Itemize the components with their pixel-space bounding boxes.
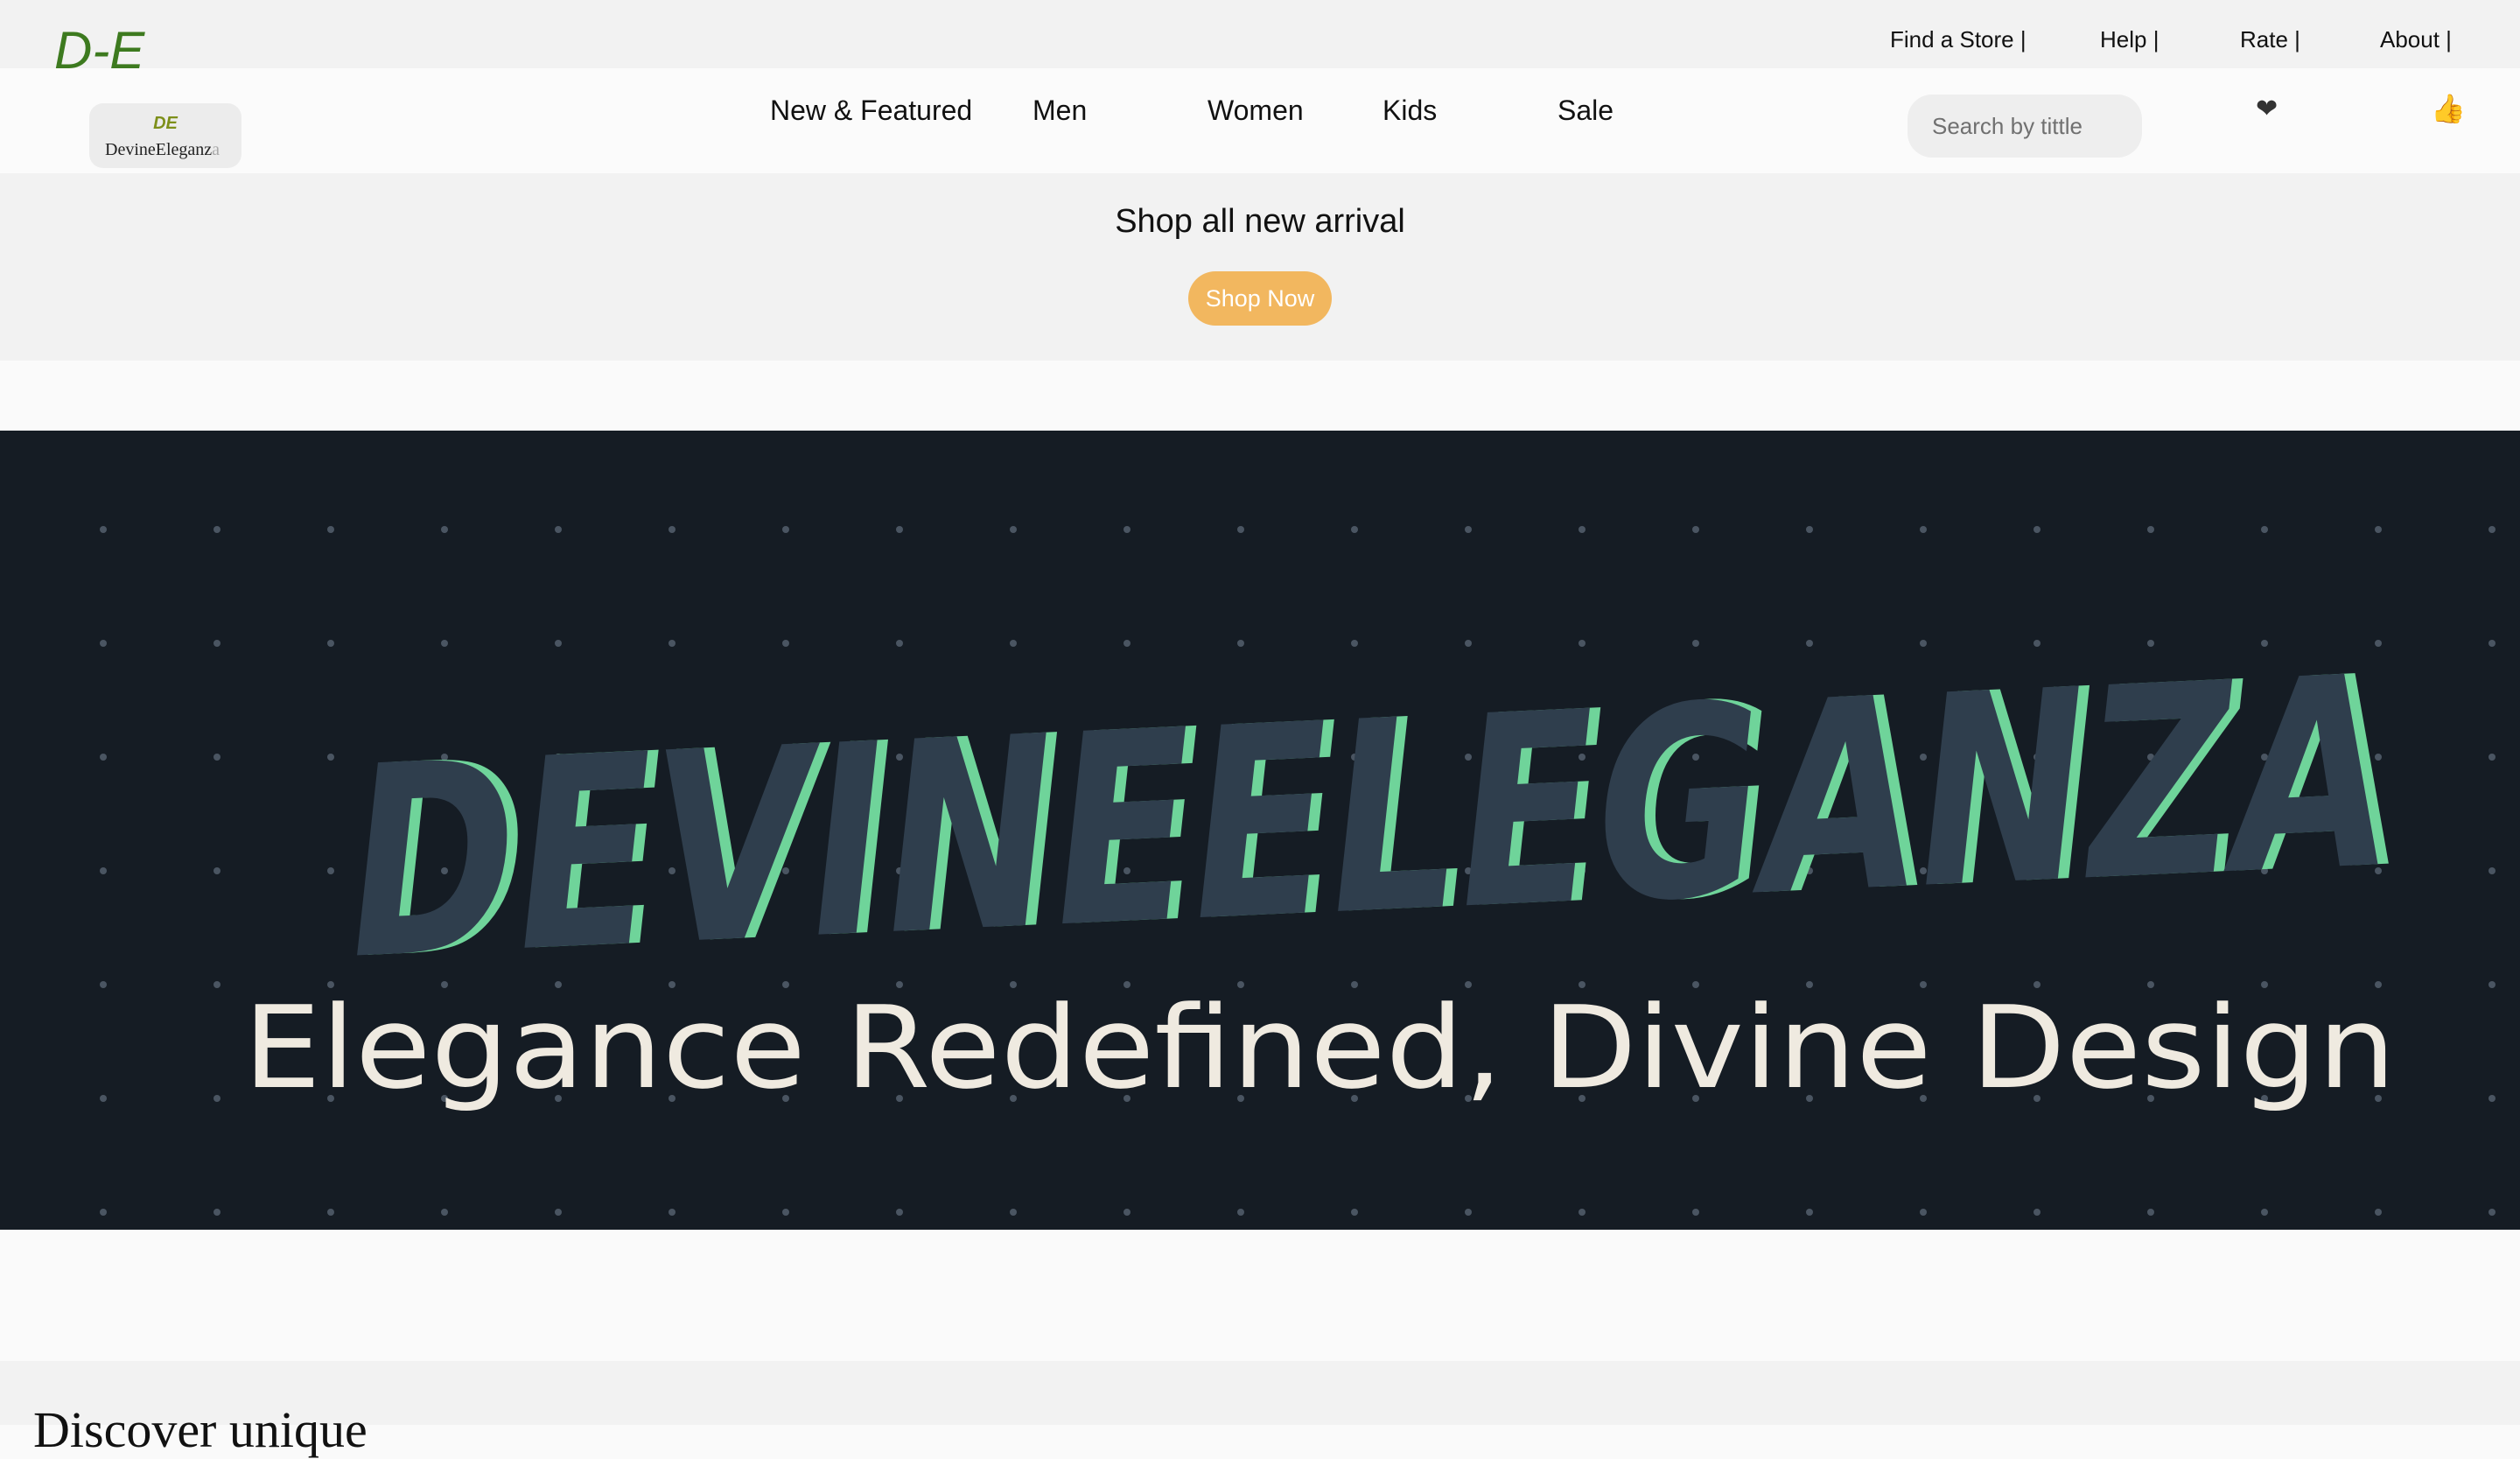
hero-banner: DEVINEELEGANZA DEVINEELEGANZA Elegance R… <box>0 431 2520 1230</box>
hero-tagline: Elegance Redefined, Divine Design <box>243 981 2396 1114</box>
logo-mark: DE <box>153 114 178 133</box>
nav-sale[interactable]: Sale <box>1558 95 1614 127</box>
promo-banner <box>0 173 2520 361</box>
hero-wordmark: DEVINEELEGANZA <box>332 619 2407 1019</box>
nav-kids[interactable]: Kids <box>1382 95 1437 127</box>
shop-now-button[interactable]: Shop Now <box>1188 271 1332 326</box>
find-store-link[interactable]: Find a Store | <box>1890 26 2026 53</box>
section-header-strip <box>0 1361 2520 1425</box>
heart-icon[interactable]: ❤ <box>2256 96 2278 123</box>
hero-graphic: DEVINEELEGANZA DEVINEELEGANZA Elegance R… <box>100 526 2496 1216</box>
logo-wordmark: DevineEleganza <box>105 140 220 159</box>
search-input[interactable] <box>1908 95 2142 158</box>
help-link[interactable]: Help | <box>2100 26 2159 53</box>
nav-women[interactable]: Women <box>1208 95 1304 127</box>
thumbs-up-icon[interactable]: 👍 <box>2431 95 2466 123</box>
brand-logo-card[interactable]: DE DevineEleganza <box>89 103 242 168</box>
about-link[interactable]: About | <box>2380 26 2452 53</box>
rate-link[interactable]: Rate | <box>2240 26 2300 53</box>
promo-title: Shop all new arrival <box>1115 203 1405 240</box>
section-heading: Discover unique <box>33 1401 368 1458</box>
nav-men[interactable]: Men <box>1032 95 1087 127</box>
nav-new-featured[interactable]: New & Featured <box>770 95 972 127</box>
